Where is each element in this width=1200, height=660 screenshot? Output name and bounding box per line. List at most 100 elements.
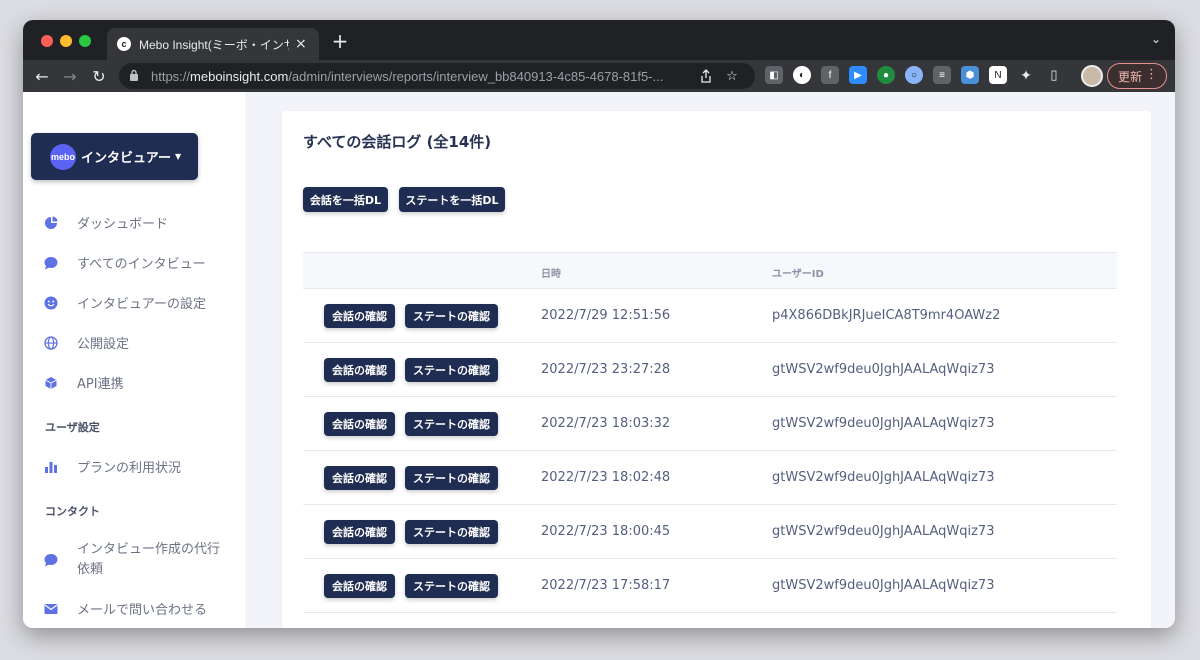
- lock-icon: [129, 69, 143, 84]
- bookmark-star-icon[interactable]: ☆: [723, 67, 741, 85]
- extension-facebook-icon[interactable]: f: [821, 66, 839, 84]
- chat-bubble-icon: [43, 552, 59, 568]
- table-row: 会話の確認 ステートの確認 2022/7/23 18:00:45 gtWSV2wf9d…: [303, 505, 1117, 559]
- close-tab-icon[interactable]: ×: [295, 36, 307, 52]
- tab-strip: c Mebo Insight(ミーボ・インサイ × + ⌄: [23, 20, 1175, 60]
- close-window-button[interactable]: [41, 35, 53, 47]
- user-id-cell: gtWSV2wf9deu0JghJAALAqWqiz73: [772, 524, 995, 539]
- back-arrow-icon[interactable]: ←: [31, 65, 53, 87]
- view-conversation-button[interactable]: 会話の確認: [324, 304, 395, 328]
- column-header-user-id: ユーザーID: [772, 269, 824, 280]
- column-header-datetime: 日時: [541, 269, 561, 280]
- sidebar-item-all-interviews[interactable]: すべてのインタビュー: [43, 253, 206, 272]
- view-state-button[interactable]: ステートの確認: [405, 520, 498, 544]
- tab-title: Mebo Insight(ミーボ・インサイ: [139, 37, 289, 52]
- user-id-cell: gtWSV2wf9deu0JghJAALAqWqiz73: [772, 362, 995, 377]
- share-icon[interactable]: [697, 67, 715, 85]
- table-row: 会話の確認 ステートの確認 2022/7/29 12:51:56 p4X866DBkJ…: [303, 289, 1117, 343]
- sidebar-item-api[interactable]: API連携: [43, 373, 124, 392]
- bar-chart-icon: [43, 459, 59, 475]
- sidebar-item-interview-creation-request[interactable]: インタビュー作成の代行 依頼: [43, 540, 220, 580]
- table-header: 日時 ユーザーID: [303, 252, 1117, 289]
- interviewer-dropdown-button[interactable]: mebo インタビュアー ▼: [31, 133, 198, 180]
- view-conversation-button[interactable]: 会話の確認: [324, 466, 395, 490]
- view-state-button[interactable]: ステートの確認: [405, 574, 498, 598]
- side-panel-icon[interactable]: ▯: [1045, 66, 1063, 84]
- user-id-cell: gtWSV2wf9deu0JghJAALAqWqiz73: [772, 416, 995, 431]
- view-state-button[interactable]: ステートの確認: [405, 412, 498, 436]
- envelope-icon: [43, 601, 59, 617]
- pie-chart-icon: [43, 215, 59, 231]
- conversation-log-table: 日時 ユーザーID 会話の確認 ステートの確認 2022/7/29 12:51:56…: [303, 252, 1117, 613]
- minimize-window-button[interactable]: [60, 35, 72, 47]
- more-vertical-icon: ⋮: [1145, 67, 1158, 82]
- sidebar-item-interviewer-settings[interactable]: インタビュアーの設定: [43, 293, 206, 312]
- sidebar-item-label: インタビュー作成の代行 依頼: [77, 542, 221, 577]
- section-label-user-settings: ユーザ設定: [45, 421, 100, 434]
- view-conversation-button[interactable]: 会話の確認: [324, 358, 395, 382]
- view-conversation-button[interactable]: 会話の確認: [324, 574, 395, 598]
- extension-circle-icon[interactable]: ◐: [793, 66, 811, 84]
- extension-translate-icon[interactable]: ◧: [765, 66, 783, 84]
- user-id-cell: gtWSV2wf9deu0JghJAALAqWqiz73: [772, 578, 995, 593]
- sidebar-item-label: 公開設定: [77, 337, 130, 352]
- chat-bubble-icon: [43, 255, 59, 271]
- conversation-log-card: すべての会話ログ (全14件) 会話を一括DL ステートを一括DL 日時 ユーザ…: [282, 111, 1151, 628]
- address-bar[interactable]: https://meboinsight.com/admin/interviews…: [119, 63, 755, 89]
- extension-document-icon[interactable]: ≡: [933, 66, 951, 84]
- extensions-area: ◧ ◐ f ▶ ● ○ ≡ ⬢ N ✦ ▯: [765, 66, 1063, 84]
- view-conversation-button[interactable]: 会話の確認: [324, 520, 395, 544]
- browser-window: c Mebo Insight(ミーボ・インサイ × + ⌄ ← → ↻ http…: [23, 20, 1175, 628]
- extension-notion-icon[interactable]: N: [989, 66, 1007, 84]
- datetime-cell: 2022/7/23 18:00:45: [541, 524, 671, 539]
- extension-zoom-icon[interactable]: ▶: [849, 66, 867, 84]
- new-tab-icon[interactable]: +: [329, 29, 351, 53]
- table-row: 会話の確認 ステートの確認 2022/7/23 17:58:17 gtWSV2wf9d…: [303, 559, 1117, 613]
- update-button[interactable]: 更新 ⋮: [1107, 63, 1167, 89]
- sidebar-item-label: API連携: [77, 377, 124, 392]
- datetime-cell: 2022/7/29 12:51:56: [541, 308, 671, 323]
- page-title: すべての会話ログ (全14件): [303, 133, 492, 151]
- extensions-puzzle-icon[interactable]: ✦: [1017, 66, 1035, 84]
- sidebar-item-public-settings[interactable]: 公開設定: [43, 333, 129, 352]
- table-row: 会話の確認 ステートの確認 2022/7/23 23:27:28 gtWSV2wf9d…: [303, 343, 1117, 397]
- globe-icon: [43, 335, 59, 351]
- sidebar-item-label: ダッシュボード: [77, 217, 169, 232]
- forward-arrow-icon[interactable]: →: [59, 65, 81, 87]
- sidebar-item-email-contact[interactable]: メールで問い合わせる: [43, 599, 207, 618]
- profile-avatar[interactable]: [1081, 65, 1103, 87]
- maximize-window-button[interactable]: [79, 35, 91, 47]
- sidebar: mebo インタビュアー ▼ ダッシュボード すべてのインタビュー インタビュア…: [23, 92, 245, 628]
- datetime-cell: 2022/7/23 23:27:28: [541, 362, 671, 377]
- sidebar-item-label: メールで問い合わせる: [77, 603, 208, 618]
- user-id-cell: gtWSV2wf9deu0JghJAALAqWqiz73: [772, 470, 995, 485]
- bulk-state-download-button[interactable]: ステートを一括DL: [399, 187, 505, 212]
- reload-icon[interactable]: ↻: [88, 65, 110, 87]
- mebo-logo-icon: mebo: [50, 143, 76, 170]
- smile-icon: [43, 295, 59, 311]
- view-conversation-button[interactable]: 会話の確認: [324, 412, 395, 436]
- table-body: 会話の確認 ステートの確認 2022/7/29 12:51:56 p4X866DBkJ…: [303, 289, 1117, 613]
- browser-tab[interactable]: c Mebo Insight(ミーボ・インサイ ×: [107, 28, 319, 60]
- update-label: 更新: [1118, 69, 1143, 84]
- extension-shield-icon[interactable]: ⬢: [961, 66, 979, 84]
- section-label-contact: コンタクト: [45, 505, 100, 518]
- sidebar-item-plan-usage[interactable]: プランの利用状況: [43, 457, 181, 476]
- view-state-button[interactable]: ステートの確認: [405, 304, 498, 328]
- extension-ring-icon[interactable]: ○: [905, 66, 923, 84]
- interviewer-label: インタビュアー: [81, 151, 171, 166]
- datetime-cell: 2022/7/23 17:58:17: [541, 578, 671, 593]
- sidebar-item-label: インタビュアーの設定: [77, 297, 206, 312]
- user-id-cell: p4X866DBkJRJueICA8T9mr4OAWz2: [772, 308, 1001, 323]
- view-state-button[interactable]: ステートの確認: [405, 358, 498, 382]
- caret-down-icon: ▼: [174, 152, 182, 161]
- table-row: 会話の確認 ステートの確認 2022/7/23 18:03:32 gtWSV2wf9d…: [303, 397, 1117, 451]
- tab-search-chevron-icon[interactable]: ⌄: [1151, 32, 1161, 46]
- sidebar-item-label: すべてのインタビュー: [77, 257, 206, 272]
- bulk-conversation-download-button[interactable]: 会話を一括DL: [303, 187, 388, 212]
- page-content: mebo インタビュアー ▼ ダッシュボード すべてのインタビュー インタビュア…: [23, 92, 1175, 628]
- datetime-cell: 2022/7/23 18:03:32: [541, 416, 671, 431]
- view-state-button[interactable]: ステートの確認: [405, 466, 498, 490]
- extension-chat-icon[interactable]: ●: [877, 66, 895, 84]
- sidebar-item-dashboard[interactable]: ダッシュボード: [43, 213, 168, 232]
